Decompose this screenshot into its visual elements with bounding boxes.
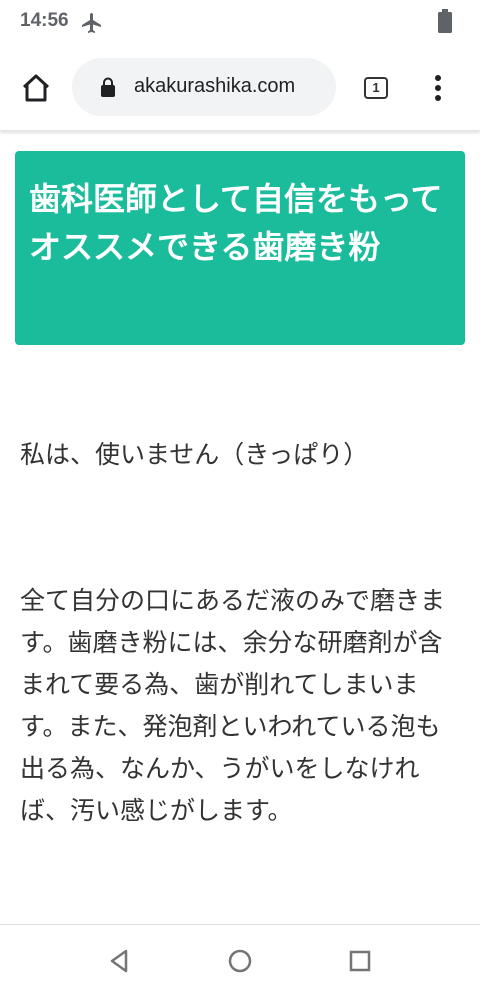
article-paragraph: 全て自分の口にあるだ液のみで磨きます。歯磨き粉には、余分な研磨剤が含まれて要る為… xyxy=(20,586,446,825)
lock-icon xyxy=(101,77,115,97)
status-bar: 14:56 xyxy=(0,0,480,44)
menu-icon[interactable] xyxy=(430,74,446,102)
home-circle-icon[interactable] xyxy=(226,947,254,975)
battery-icon xyxy=(438,9,452,33)
address-bar[interactable]: akakurashika.com xyxy=(72,58,336,116)
back-icon[interactable] xyxy=(106,947,134,975)
url-text: akakurashika.com xyxy=(134,75,296,97)
status-time: 14:56 xyxy=(20,10,69,31)
tab-switcher-button[interactable]: 1 xyxy=(364,77,388,99)
system-nav-bar xyxy=(0,924,480,997)
browser-toolbar: akakurashika.com 1 xyxy=(0,44,480,131)
recents-icon[interactable] xyxy=(346,947,374,975)
home-icon[interactable] xyxy=(20,72,52,104)
article-title: 歯科医師として自信をもってオススメできる歯磨き粉 xyxy=(29,180,443,266)
article-paragraph: 私は、使いません（きっぱり） xyxy=(20,440,369,469)
airplane-icon xyxy=(82,13,101,33)
article-title-card: 歯科医師として自信をもってオススメできる歯磨き粉 xyxy=(15,151,465,345)
